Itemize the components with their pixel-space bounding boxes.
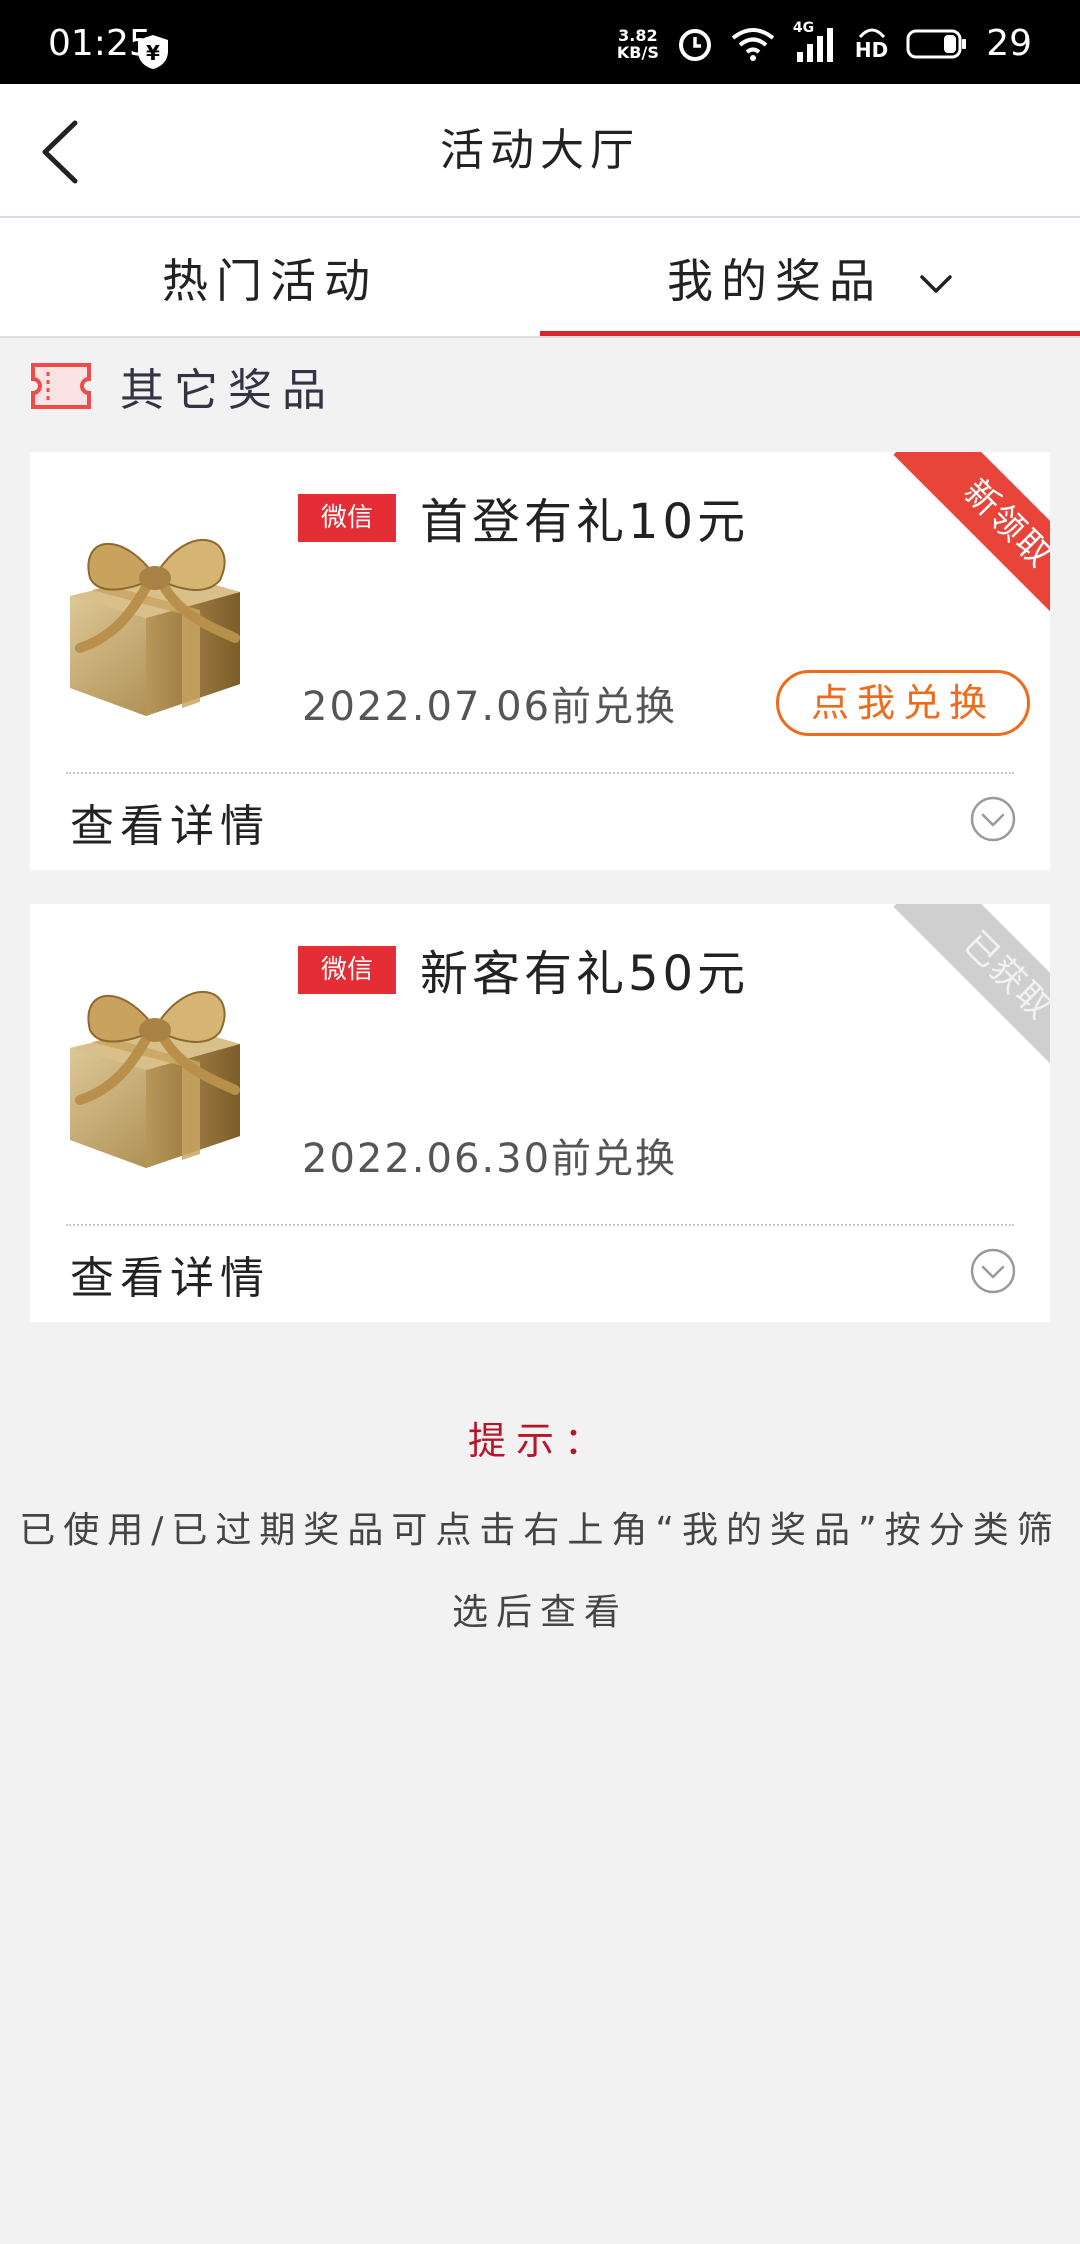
battery-icon: [906, 29, 967, 59]
network-speed-value: 3.82: [618, 26, 658, 45]
prize-card-main: 微信 首登有礼10元 2022.07.06前兑换 点我兑换 新领取: [30, 452, 1050, 772]
tip-title: 提示：: [467, 1419, 612, 1463]
section-header: 其它奖品: [30, 358, 336, 416]
shield-yen-icon: ¥: [138, 35, 168, 69]
status-ribbon-label: 已获取: [893, 904, 1050, 1084]
tab-my-prizes-label: 我的奖品: [667, 254, 883, 308]
network-speed-unit: KB/S: [616, 43, 659, 62]
battery-percent: 29: [986, 23, 1032, 64]
wifi-icon: [731, 28, 775, 61]
prize-card: 微信 新客有礼50元 2022.06.30前兑换 已获取 查看详情: [30, 904, 1050, 1322]
prize-expiry: 2022.07.06前兑换: [302, 684, 678, 730]
tab-hot-activities[interactable]: 热门活动: [0, 218, 540, 338]
expand-circle-icon[interactable]: [970, 1248, 1016, 1294]
view-details-label: 查看详情: [70, 1253, 270, 1304]
signal-icon: [796, 28, 833, 62]
section-title: 其它奖品: [120, 365, 336, 416]
prize-card-main: 微信 新客有礼50元 2022.06.30前兑换 已获取: [30, 904, 1050, 1224]
prize-title: 首登有礼10元: [420, 494, 750, 550]
status-ribbon-label: 新领取: [893, 452, 1050, 632]
redeem-button[interactable]: 点我兑换: [776, 670, 1030, 736]
page-title: 活动大厅: [440, 125, 640, 176]
wechat-tag: 微信: [298, 494, 396, 542]
status-ribbon: 新领取: [870, 452, 1050, 632]
tab-hot-activities-label: 热门活动: [162, 254, 378, 308]
wechat-tag: 微信: [298, 946, 396, 994]
gift-box-image: [70, 991, 240, 1168]
tab-bar: 热门活动 我的奖品: [0, 218, 1080, 338]
alarm-icon: [678, 29, 711, 61]
tab-my-prizes[interactable]: 我的奖品: [540, 218, 1080, 338]
prize-card: 微信 首登有礼10元 2022.07.06前兑换 点我兑换 新领取 查看详情: [30, 452, 1050, 870]
tip-body: 已使用/已过期奖品可点击右上角“我的奖品”按分类筛选后查看: [19, 1510, 1061, 1633]
tab-divider: [0, 336, 1080, 338]
back-button[interactable]: [20, 112, 100, 192]
hd-voice: HD: [855, 27, 888, 61]
prize-expiry: 2022.06.30前兑换: [302, 1136, 678, 1182]
hd-label: HD: [854, 38, 889, 62]
svg-text:¥: ¥: [146, 41, 160, 65]
chevron-down-icon[interactable]: [919, 251, 953, 305]
back-arrow-icon: [42, 120, 78, 184]
ticket-icon: [31, 363, 91, 409]
status-icons: 3.82 KB/S 4G HD 29: [617, 20, 1032, 66]
view-details-row[interactable]: 查看详情: [30, 1224, 1050, 1322]
app-header: 活动大厅: [0, 84, 1080, 218]
prize-title: 新客有礼50元: [420, 946, 750, 1002]
network-speed: 3.82 KB/S: [617, 27, 659, 61]
cellular-signal: 4G: [793, 20, 837, 64]
view-details-row[interactable]: 查看详情: [30, 772, 1050, 870]
status-ribbon: 已获取: [870, 904, 1050, 1084]
gift-box-image: [70, 539, 240, 716]
expand-circle-icon[interactable]: [970, 796, 1016, 842]
view-details-label: 查看详情: [70, 801, 270, 852]
status-bar: 01:25 ¥ 3.82 KB/S 4G HD 29: [0, 0, 1080, 84]
